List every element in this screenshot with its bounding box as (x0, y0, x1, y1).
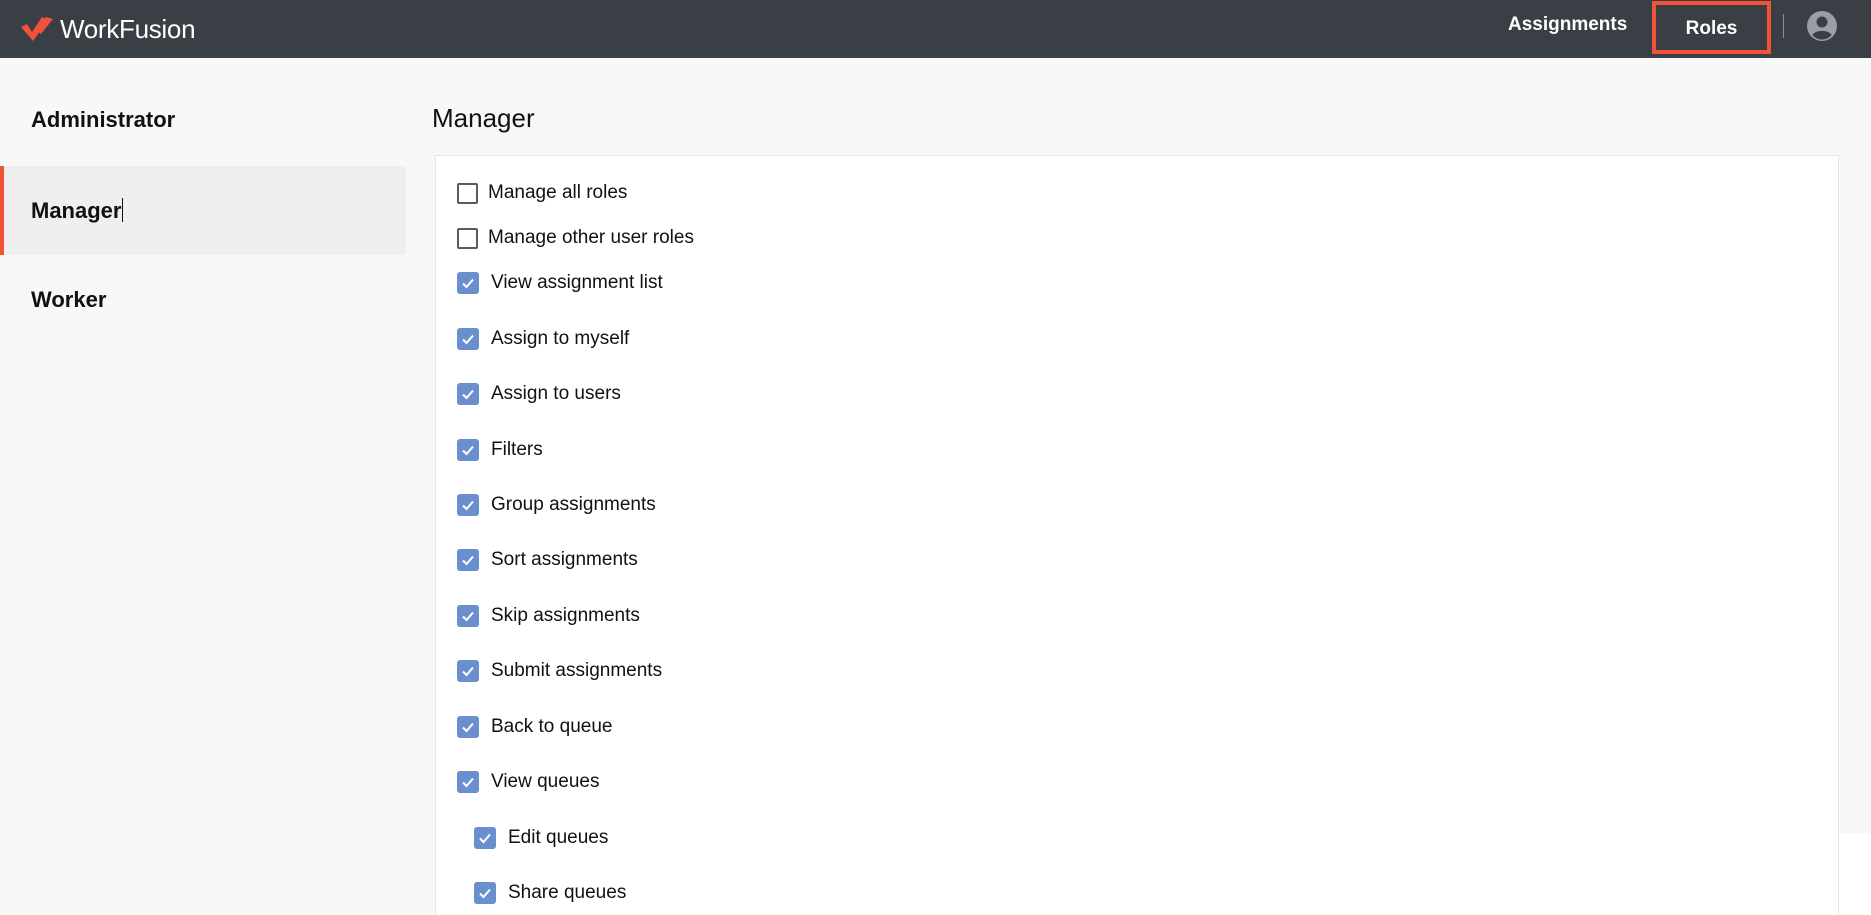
permission-assign-to-users[interactable]: Assign to users (457, 383, 621, 405)
nav-roles[interactable]: Roles (1652, 1, 1771, 54)
checkbox[interactable] (457, 272, 479, 294)
permission-back-to-queue[interactable]: Back to queue (457, 716, 612, 738)
sidebar-item-administrator[interactable]: Administrator (0, 75, 406, 164)
permission-label: Assign to myself (491, 328, 630, 349)
checkbox[interactable] (457, 182, 478, 204)
permission-label: Submit assignments (491, 660, 663, 681)
permission-group-assignments[interactable]: Group assignments (457, 494, 656, 516)
checkbox[interactable] (457, 605, 479, 627)
permission-label: Back to queue (491, 716, 613, 737)
permission-label: View assignment list (491, 272, 663, 293)
sidebar-item-worker[interactable]: Worker (0, 255, 406, 344)
permission-assign-to-myself[interactable]: Assign to myself (457, 328, 629, 350)
permissions-panel (435, 155, 1839, 915)
permission-label: Sort assignments (491, 549, 638, 570)
sidebar-item-manager[interactable]: Manager (0, 166, 406, 255)
checkbox[interactable] (457, 494, 479, 516)
nav-assignments[interactable]: Assignments (1508, 0, 1627, 50)
check-icon (462, 611, 474, 622)
workfusion-logo-icon (21, 17, 53, 41)
check-icon (462, 389, 474, 400)
permission-view-queues[interactable]: View queues (457, 771, 599, 793)
checkbox[interactable] (457, 227, 478, 249)
checkbox[interactable] (457, 549, 479, 571)
checkbox[interactable] (474, 827, 496, 849)
checkbox[interactable] (474, 882, 496, 904)
check-icon (462, 666, 474, 677)
checkbox[interactable] (457, 328, 479, 350)
nav-divider (1783, 14, 1784, 38)
sidebar-item-label: Worker (31, 287, 107, 312)
account-circle-icon[interactable] (1806, 10, 1838, 42)
permission-label: Filters (491, 439, 543, 460)
permission-submit-assignments[interactable]: Submit assignments (457, 660, 662, 682)
sidebar-item-label: Administrator (31, 107, 176, 132)
checkbox[interactable] (457, 383, 479, 405)
check-icon (462, 722, 474, 733)
checkbox[interactable] (457, 771, 479, 793)
permission-label: Manage other user roles (488, 227, 694, 248)
permission-label: Group assignments (491, 494, 656, 515)
top-bar: WorkFusion Assignments Roles (0, 0, 1871, 58)
permission-label: Manage all roles (488, 182, 628, 203)
permission-label: Edit queues (508, 827, 609, 848)
check-icon (462, 445, 474, 456)
check-icon (462, 334, 474, 345)
permission-label: View queues (491, 771, 600, 792)
permission-label: Assign to users (491, 383, 621, 404)
permission-manage-all-roles[interactable]: Manage all roles (457, 182, 627, 204)
check-icon (462, 555, 474, 566)
sidebar-item-label: Manager (31, 198, 122, 223)
permission-sort-assignments[interactable]: Sort assignments (457, 549, 638, 571)
permission-label: Skip assignments (491, 605, 640, 626)
panel-edge (1839, 833, 1871, 915)
check-icon (479, 888, 491, 899)
roles-sidebar: Administrator Manager Worker (0, 58, 406, 915)
permission-share-queues[interactable]: Share queues (474, 882, 626, 904)
check-icon (462, 500, 474, 511)
checkbox[interactable] (457, 716, 479, 738)
checkbox[interactable] (457, 660, 479, 682)
page-title: Manager (432, 103, 535, 133)
check-icon (462, 278, 474, 289)
permission-filters[interactable]: Filters (457, 439, 543, 461)
check-icon (462, 777, 474, 788)
permission-manage-other-user-roles[interactable]: Manage other user roles (457, 227, 694, 249)
check-icon (479, 833, 491, 844)
checkbox[interactable] (457, 439, 479, 461)
text-cursor (122, 198, 124, 223)
brand-logo[interactable]: WorkFusion (20, 12, 196, 46)
permission-skip-assignments[interactable]: Skip assignments (457, 605, 640, 627)
brand-name: WorkFusion (60, 13, 196, 44)
permission-label: Share queues (508, 882, 627, 903)
permission-edit-queues[interactable]: Edit queues (474, 827, 608, 849)
permission-view-assignment-list[interactable]: View assignment list (457, 272, 663, 294)
